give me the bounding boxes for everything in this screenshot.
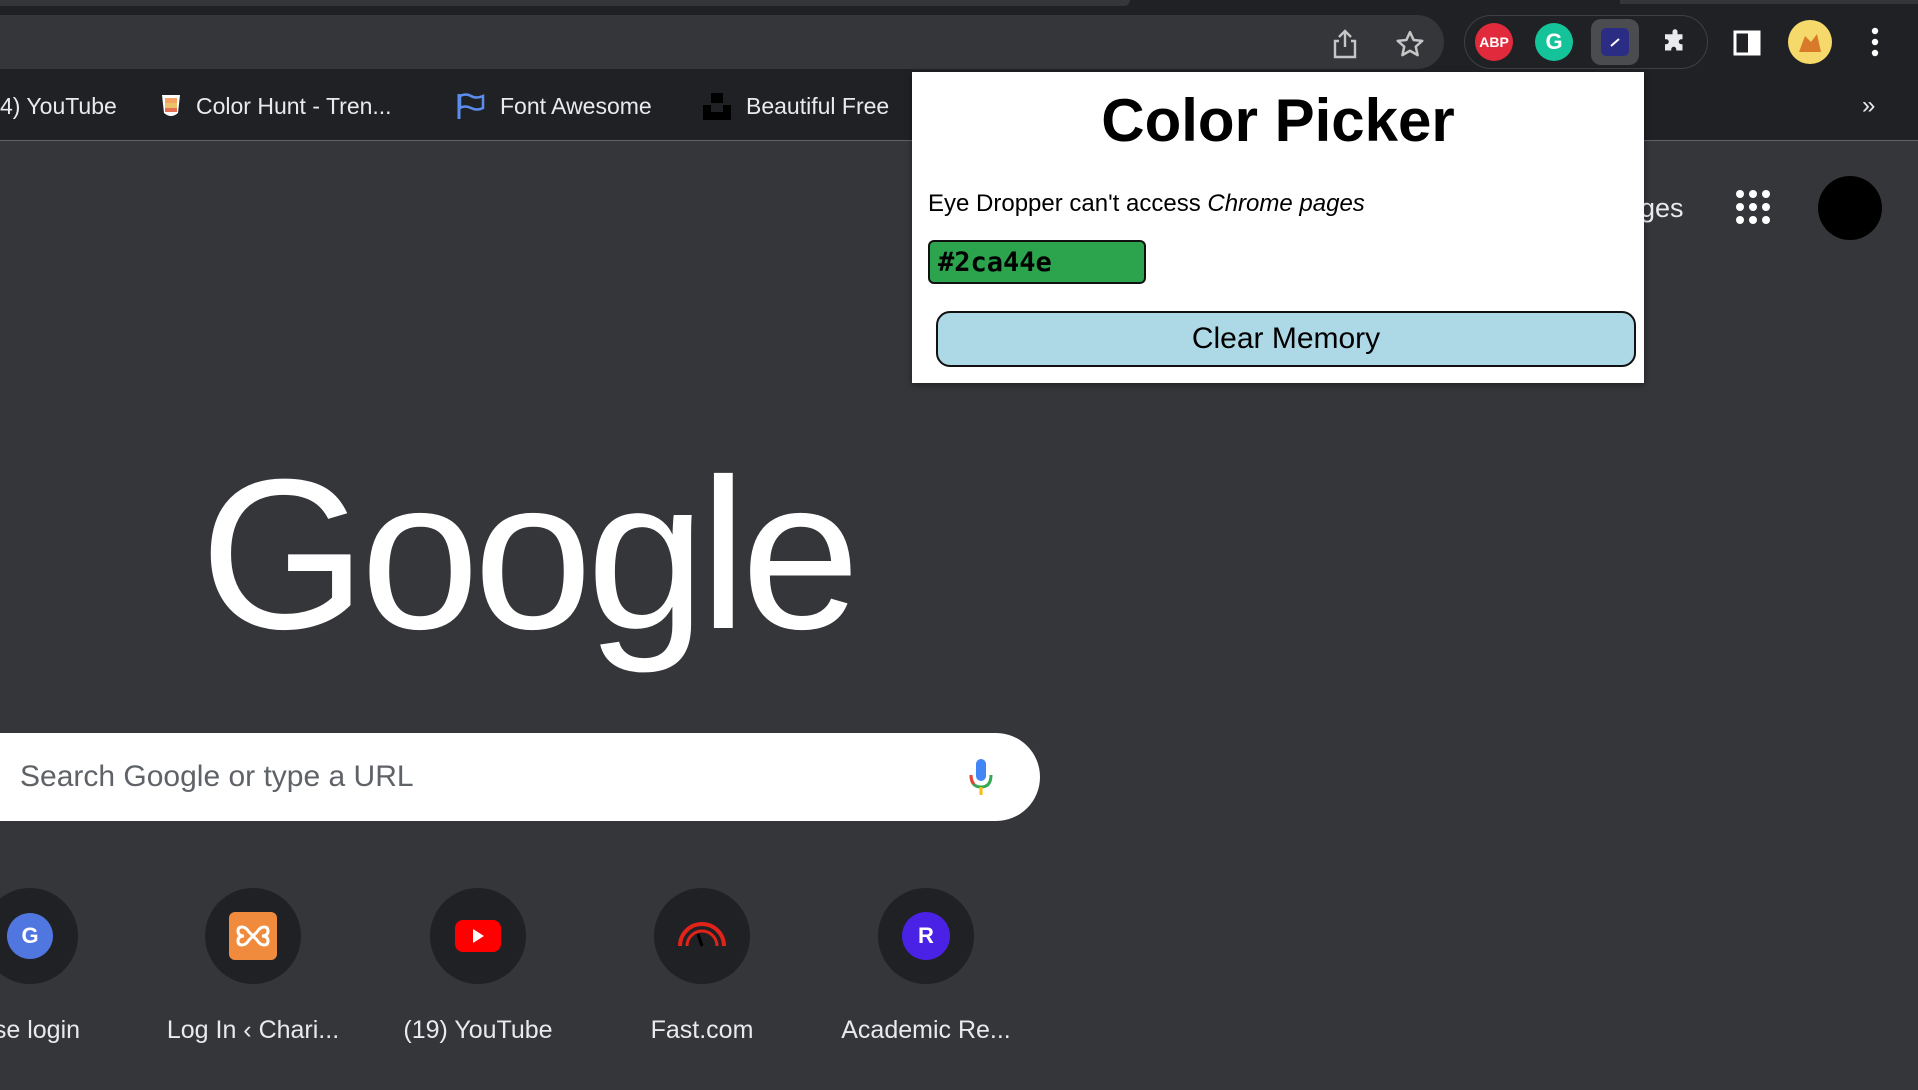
extensions-group: ABP G [1464, 15, 1708, 69]
g-letter-icon: G [7, 913, 53, 959]
color-value-swatch[interactable]: #2ca44e [928, 240, 1146, 284]
star-icon[interactable] [1392, 26, 1428, 62]
bookmark-youtube[interactable]: 4) YouTube [0, 71, 117, 141]
clear-memory-button[interactable]: Clear Memory [936, 311, 1636, 367]
shortcut-icon-circle [205, 888, 301, 984]
color-hunt-icon [160, 93, 182, 119]
shortcut-label: (19) YouTube [403, 1016, 553, 1044]
shortcut-tile[interactable]: R Academic Re... [826, 888, 1026, 1045]
color-picker-popup: Color Picker Eye Dropper can't access Ch… [912, 72, 1644, 383]
overflow-chevron-icon: » [1862, 92, 1876, 119]
grammarly-icon[interactable]: G [1535, 23, 1573, 61]
xampp-icon [229, 912, 277, 960]
bookmark-label: Font Awesome [500, 92, 652, 119]
r-letter-icon: R [902, 912, 950, 960]
google-logo: Google [200, 435, 860, 674]
tab-strip [0, 0, 1130, 6]
flag-icon [456, 92, 486, 120]
profile-avatar[interactable] [1788, 20, 1832, 64]
unsplash-icon [702, 92, 732, 120]
youtube-icon [455, 920, 501, 952]
adblock-plus-icon[interactable]: ABP [1475, 23, 1513, 61]
shortcut-label: Fast.com [650, 1016, 754, 1044]
kebab-menu-icon[interactable] [1860, 24, 1890, 60]
apps-grid-icon[interactable] [1736, 190, 1770, 224]
shortcut-icon-circle [430, 888, 526, 984]
images-link[interactable]: ges [1640, 193, 1684, 224]
bookmark-label: 4) YouTube [0, 92, 117, 119]
microphone-icon[interactable] [966, 757, 996, 804]
share-icon[interactable] [1328, 27, 1362, 61]
shortcut-tile[interactable]: Log In ‹ Chari... [153, 888, 353, 1045]
shortcut-icon-circle [654, 888, 750, 984]
shortcut-tile[interactable]: (19) YouTube [378, 888, 578, 1045]
tab-strip-right [1620, 0, 1918, 4]
shortcut-label: Academic Re... [841, 1016, 1011, 1044]
shortcut-tile[interactable]: Fast.com [602, 888, 802, 1045]
message-text: Eye Dropper can't access [928, 190, 1208, 217]
bookmarks-overflow-button[interactable]: » [1862, 71, 1875, 141]
bookmark-label: Color Hunt - Tren... [196, 92, 392, 119]
search-input[interactable]: Search Google or type a URL [20, 733, 414, 821]
search-box[interactable]: Search Google or type a URL [0, 733, 1040, 821]
message-emphasis: Chrome pages [1207, 190, 1365, 217]
bookmark-color-hunt[interactable]: Color Hunt - Tren... [160, 71, 392, 141]
shortcut-icon-circle: G [0, 888, 78, 984]
side-panel-icon[interactable] [1732, 28, 1762, 58]
shortcut-icon-circle: R [878, 888, 974, 984]
account-avatar[interactable] [1818, 176, 1882, 240]
popup-message: Eye Dropper can't access Chrome pages [928, 190, 1365, 218]
shortcut-tile[interactable]: G ase login [0, 888, 130, 1045]
bookmark-unsplash[interactable]: Beautiful Free [702, 71, 889, 141]
shortcut-label: ase login [0, 1016, 81, 1044]
address-bar[interactable] [0, 15, 1444, 69]
puzzle-icon[interactable] [1655, 23, 1695, 63]
bookmark-font-awesome[interactable]: Font Awesome [456, 71, 652, 141]
color-picker-extension-icon [1601, 28, 1629, 56]
color-picker-extension-button[interactable] [1591, 19, 1639, 65]
popup-title: Color Picker [1101, 87, 1455, 154]
shortcut-label: Log In ‹ Chari... [166, 1016, 340, 1044]
speedometer-icon [676, 918, 728, 955]
browser-toolbar: ABP G [0, 0, 1918, 71]
bookmark-label: Beautiful Free [746, 92, 890, 119]
